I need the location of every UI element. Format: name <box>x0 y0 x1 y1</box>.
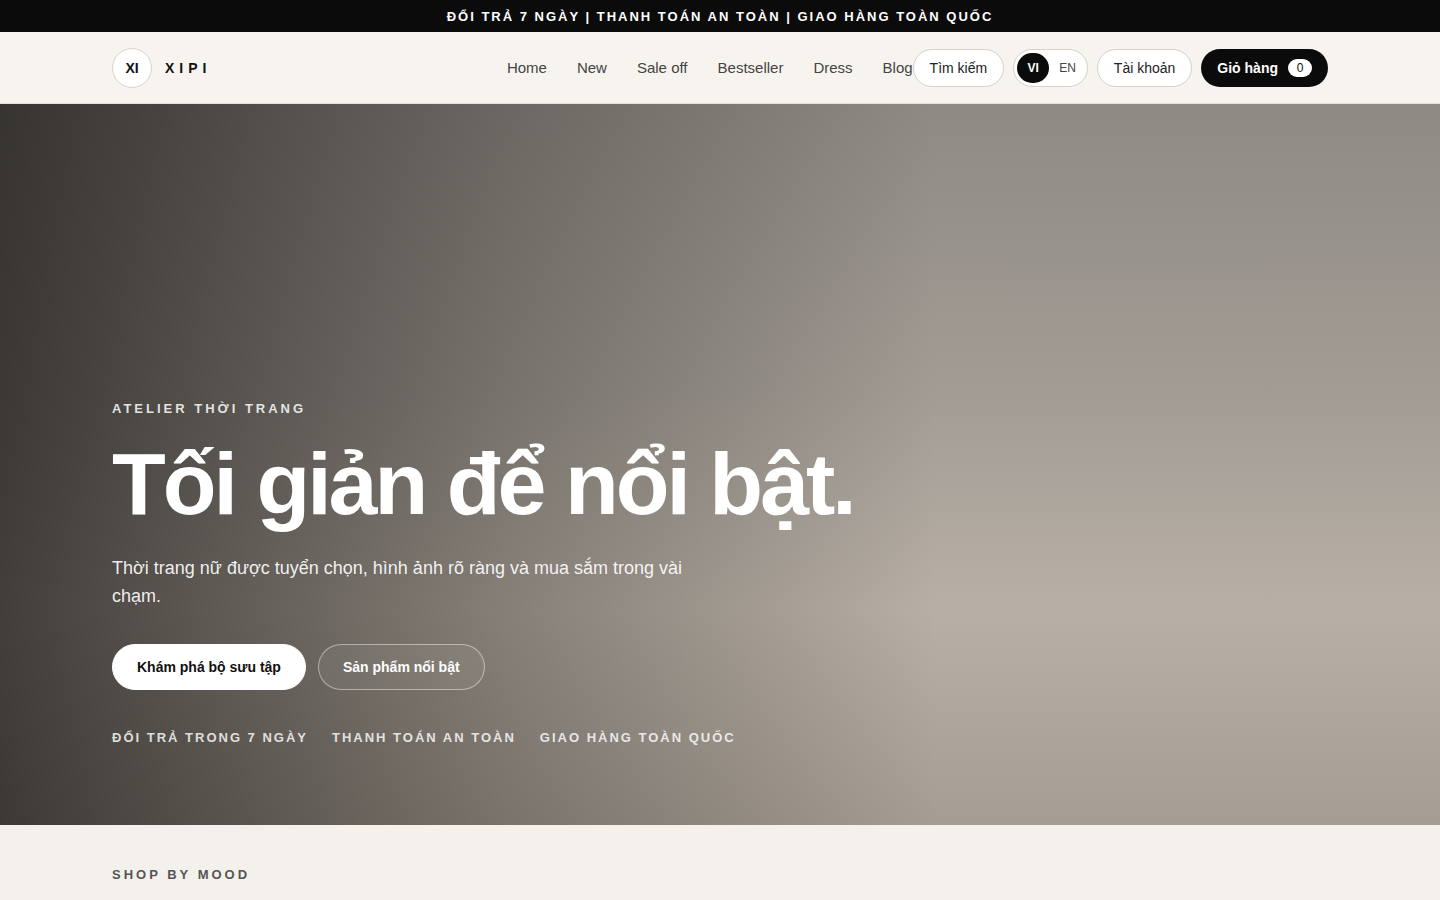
language-option[interactable]: EN <box>1051 53 1084 83</box>
main-nav: Home New Sale off Bestseller Dress Blog <box>507 59 913 76</box>
mood-section: SHOP BY MOOD <box>0 825 1440 900</box>
nav-link[interactable]: Blog <box>883 59 913 76</box>
hero-subtitle: Thời trang nữ được tuyển chọn, hình ảnh … <box>112 554 712 610</box>
nav-link[interactable]: Home <box>507 59 547 76</box>
language-option[interactable]: VI <box>1017 53 1049 83</box>
cart-count: 0 <box>1288 59 1312 77</box>
nav-link[interactable]: New <box>577 59 607 76</box>
language-toggle: VIEN <box>1013 49 1088 87</box>
cart-button[interactable]: Giỏ hàng0 <box>1201 49 1328 87</box>
nav-link[interactable]: Bestseller <box>718 59 784 76</box>
perk: GIAO HÀNG TOÀN QUỐC <box>540 730 736 745</box>
hero-title: Tối giản để nổi bật. <box>112 438 1328 530</box>
logo-name: XIPI <box>165 60 211 76</box>
header-actions: Tìm kiếmVIENTài khoảnGiỏ hàng0 <box>913 49 1328 87</box>
hero-buttons: Khám phá bộ sưu tập Sản phẩm nổi bật <box>112 644 1328 690</box>
section-eyebrow: SHOP BY MOOD <box>112 867 1328 882</box>
nav-link[interactable]: Dress <box>813 59 852 76</box>
logo[interactable]: XI XIPI <box>112 48 507 88</box>
account-button[interactable]: Tài khoản <box>1097 49 1192 87</box>
nav-link[interactable]: Sale off <box>637 59 688 76</box>
hero-button[interactable]: Sản phẩm nổi bật <box>318 644 485 690</box>
logo-mark: XI <box>112 48 152 88</box>
perk: ĐỔI TRẢ TRONG 7 NGÀY <box>112 730 308 745</box>
site-header: XI XIPI Home New Sale off Bestseller Dress Blog… <box>0 32 1440 104</box>
hero: ATELIER THỜI TRANG Tối giản để nổi bật. Th… <box>0 104 1440 825</box>
perk: THANH TOÁN AN TOÀN <box>332 730 516 745</box>
search-button[interactable]: Tìm kiếm <box>913 49 1005 87</box>
perk-list: ĐỔI TRẢ TRONG 7 NGÀY THANH TOÁN AN TOÀN GI… <box>112 730 1328 745</box>
hero-eyebrow: ATELIER THỜI TRANG <box>112 401 1328 416</box>
hero-button[interactable]: Khám phá bộ sưu tập <box>112 644 306 690</box>
page: ĐỔI TRẢ 7 NGÀY | THANH TOÁN AN TOÀN | GI… <box>0 0 1440 900</box>
announcement-bar: ĐỔI TRẢ 7 NGÀY | THANH TOÁN AN TOÀN | GI… <box>0 0 1440 32</box>
